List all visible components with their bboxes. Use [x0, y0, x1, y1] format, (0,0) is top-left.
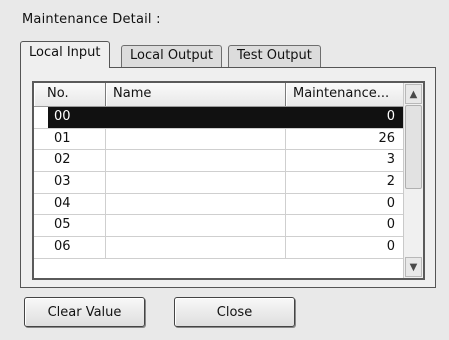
- clear-value-button[interactable]: Clear Value: [24, 297, 145, 327]
- cell-maintenance: 26: [286, 128, 404, 150]
- cell-name: [106, 150, 286, 172]
- close-button[interactable]: Close: [174, 297, 295, 327]
- tab-local-output[interactable]: Local Output: [121, 45, 222, 67]
- column-header-no[interactable]: No.: [34, 83, 106, 106]
- tab-local-input[interactable]: Local Input: [20, 41, 110, 68]
- cell-maintenance: 2: [286, 172, 404, 193]
- chevron-up-icon[interactable]: ▲: [405, 84, 422, 104]
- table-row[interactable]: 00 0: [34, 107, 404, 129]
- cell-no: 04: [34, 193, 106, 215]
- cell-no: 03: [34, 172, 106, 193]
- group-title: Maintenance Detail :: [22, 12, 161, 27]
- tab-panel: No. Name Maintenance... 00 0 01 26 02 3 …: [20, 67, 436, 288]
- cell-no-text: 00: [54, 109, 71, 124]
- cell-name: [106, 172, 286, 193]
- cell-maintenance: 0: [286, 107, 404, 128]
- cell-no: 00: [34, 107, 106, 128]
- table-row[interactable]: 02 3: [34, 150, 404, 173]
- cell-name: [106, 193, 286, 215]
- chevron-down-icon[interactable]: ▼: [405, 257, 422, 277]
- cell-name: [106, 107, 286, 128]
- list-rows: 00 0 01 26 02 3 03 2 04 0 05 0 06 0: [34, 107, 404, 259]
- vertical-scrollbar[interactable]: ▲ ▼: [403, 83, 423, 278]
- tab-test-output[interactable]: Test Output: [228, 45, 321, 67]
- cell-name: [106, 128, 286, 150]
- column-header-name[interactable]: Name: [106, 83, 286, 106]
- table-row[interactable]: 04 0: [34, 193, 404, 216]
- focus-indicator: [34, 107, 48, 128]
- list-header: No. Name Maintenance...: [34, 83, 404, 107]
- scrollbar-thumb[interactable]: [405, 105, 422, 189]
- table-row[interactable]: 03 2: [34, 172, 404, 194]
- cell-maintenance: 0: [286, 215, 404, 237]
- cell-no: 02: [34, 150, 106, 172]
- cell-no: 01: [34, 128, 106, 150]
- cell-maintenance: 3: [286, 150, 404, 172]
- cell-maintenance: 0: [286, 237, 404, 258]
- cell-maintenance: 0: [286, 193, 404, 215]
- cell-no: 05: [34, 215, 106, 237]
- table-row[interactable]: 05 0: [34, 215, 404, 238]
- table-row[interactable]: 06 0: [34, 237, 404, 259]
- maintenance-list[interactable]: No. Name Maintenance... 00 0 01 26 02 3 …: [32, 81, 425, 280]
- column-header-maintenance[interactable]: Maintenance...: [286, 83, 404, 106]
- table-row[interactable]: 01 26: [34, 128, 404, 151]
- cell-no: 06: [34, 237, 106, 258]
- cell-name: [106, 215, 286, 237]
- cell-name: [106, 237, 286, 258]
